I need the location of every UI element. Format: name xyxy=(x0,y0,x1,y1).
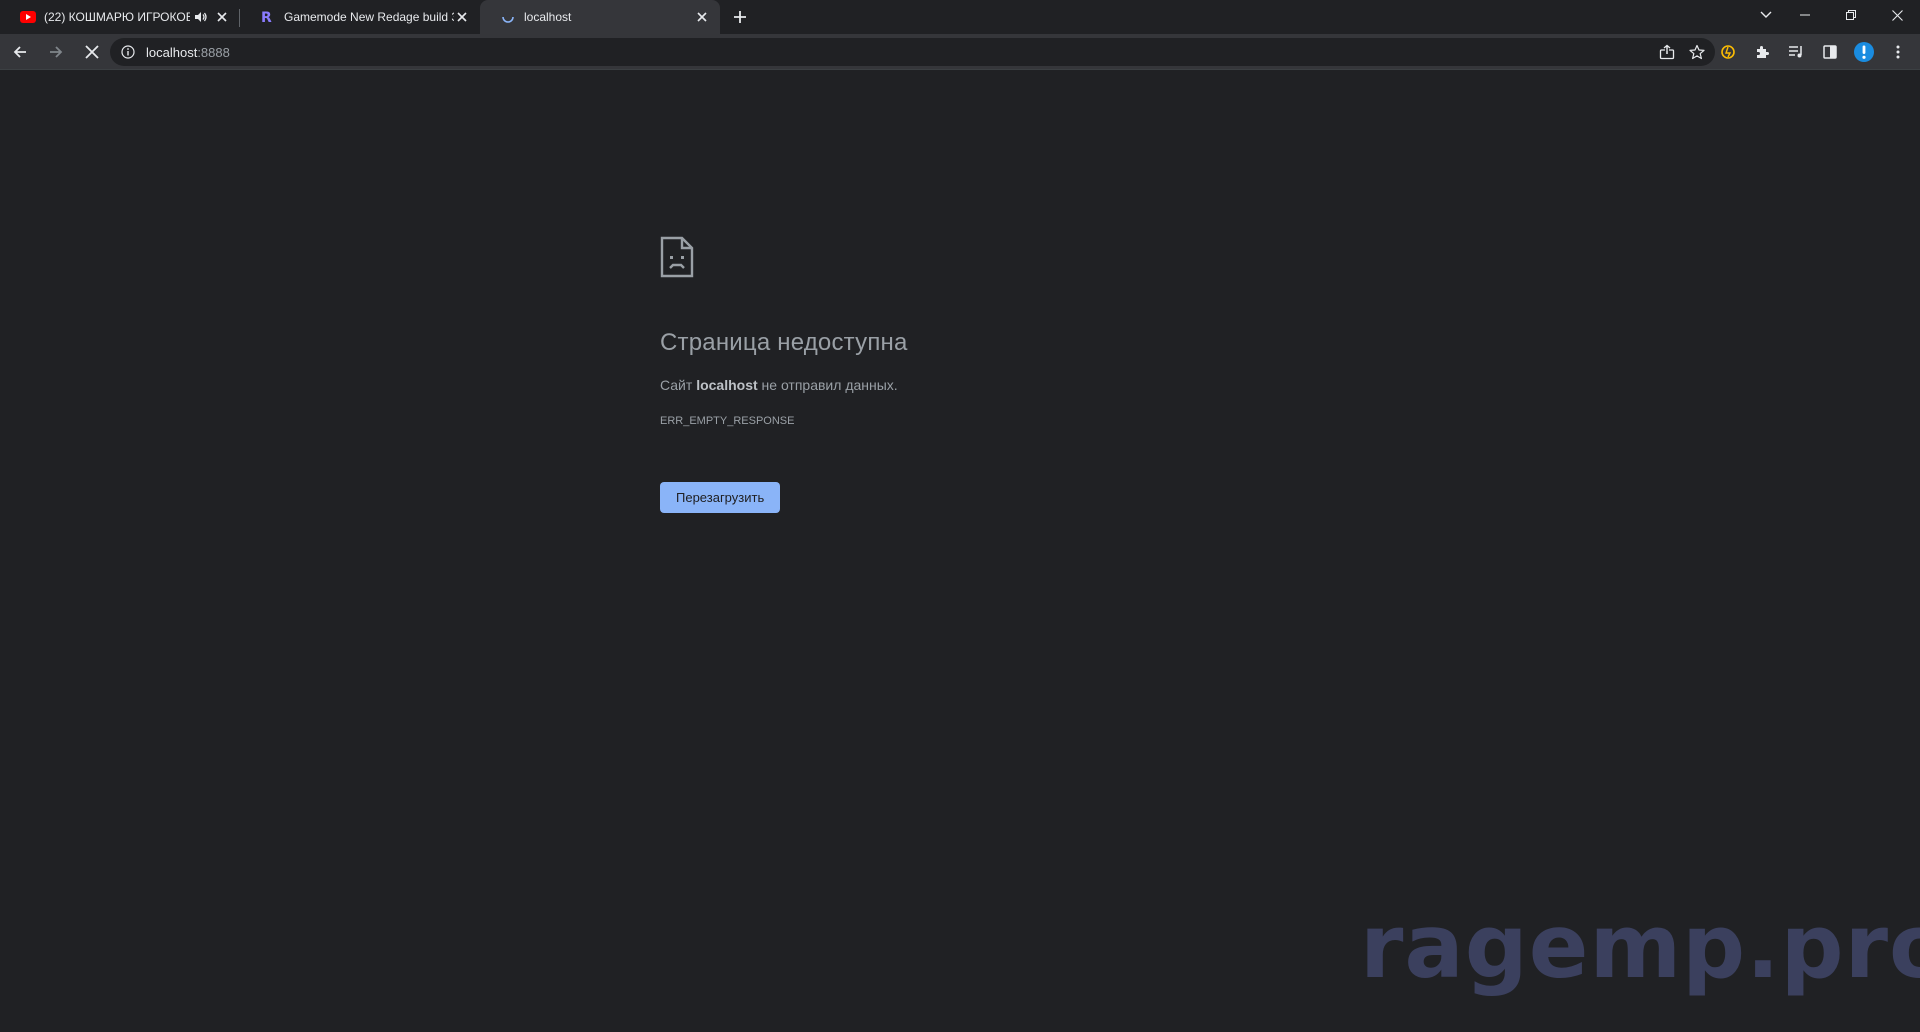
plus-icon xyxy=(734,11,746,23)
svg-text:R: R xyxy=(261,10,272,25)
omnibox-actions xyxy=(1657,42,1707,62)
error-code: ERR_EMPTY_RESPONSE xyxy=(660,415,795,427)
new-tab-button[interactable] xyxy=(726,3,754,31)
tab-localhost[interactable]: localhost xyxy=(480,0,720,34)
close-icon xyxy=(1891,9,1903,21)
extensions-puzzle-icon[interactable] xyxy=(1748,38,1776,66)
arrow-left-icon xyxy=(13,45,26,58)
toolbar: localhost:8888 xyxy=(0,34,1920,70)
forward-button[interactable] xyxy=(40,36,72,68)
stop-icon xyxy=(85,44,99,59)
error-content: Страница недоступна Сайт localhost не от… xyxy=(660,236,1260,513)
speaker-icon[interactable] xyxy=(194,10,208,24)
minimize-icon xyxy=(1800,14,1810,16)
tab-ragemp[interactable]: R Gamemode New Redage build 3 xyxy=(240,0,480,34)
chevron-down-icon xyxy=(1760,11,1772,18)
tab-title: localhost xyxy=(524,10,572,24)
close-icon[interactable] xyxy=(694,9,710,25)
restore-button[interactable] xyxy=(1828,0,1874,30)
tab-youtube[interactable]: (22) КОШМАРЮ ИГРОКОВ Б xyxy=(0,0,240,34)
url-host: localhost xyxy=(146,44,198,60)
watermark-logo: ragemp.pro xyxy=(1360,895,1920,998)
tab-search-button[interactable] xyxy=(1752,3,1780,27)
side-panel-icon[interactable] xyxy=(1816,38,1844,66)
error-description: Сайт localhost не отправил данных. xyxy=(660,377,1260,393)
window-controls xyxy=(1782,0,1920,30)
ragemp-r-icon: R xyxy=(260,9,276,25)
close-icon[interactable] xyxy=(214,9,230,25)
media-control-icon[interactable] xyxy=(1782,38,1810,66)
bookmark-star-icon[interactable] xyxy=(1687,42,1707,62)
address-bar[interactable]: localhost:8888 xyxy=(110,38,1715,66)
menu-kebab-icon[interactable] xyxy=(1884,38,1912,66)
profile-avatar-icon[interactable] xyxy=(1850,38,1878,66)
minimize-button[interactable] xyxy=(1782,0,1828,30)
tab-title: Gamemode New Redage build 3 xyxy=(284,10,454,24)
extension-yellow-icon[interactable] xyxy=(1714,38,1742,66)
url-port: :8888 xyxy=(197,44,230,60)
extensions-area xyxy=(1714,38,1912,66)
error-desc-host: localhost xyxy=(696,377,758,393)
back-button[interactable] xyxy=(4,36,36,68)
youtube-icon xyxy=(20,9,36,25)
tab-strip: (22) КОШМАРЮ ИГРОКОВ Б R Gamemode New Re… xyxy=(0,0,1920,34)
arrow-right-icon xyxy=(50,45,63,58)
restore-icon xyxy=(1846,10,1856,20)
share-icon[interactable] xyxy=(1657,42,1677,62)
error-title: Страница недоступна xyxy=(660,329,908,356)
error-desc-suffix: не отправил данных. xyxy=(757,377,898,393)
error-desc-prefix: Сайт xyxy=(660,377,697,393)
close-icon[interactable] xyxy=(454,9,470,25)
url-text[interactable]: localhost:8888 xyxy=(146,45,230,60)
tab-title: (22) КОШМАРЮ ИГРОКОВ Б xyxy=(44,10,190,24)
sad-page-icon xyxy=(660,236,694,278)
close-window-button[interactable] xyxy=(1874,0,1920,30)
reload-button[interactable]: Перезагрузить xyxy=(660,482,781,513)
info-icon[interactable] xyxy=(120,44,136,60)
loading-spinner-icon xyxy=(500,9,516,25)
stop-loading-button[interactable] xyxy=(76,36,108,68)
